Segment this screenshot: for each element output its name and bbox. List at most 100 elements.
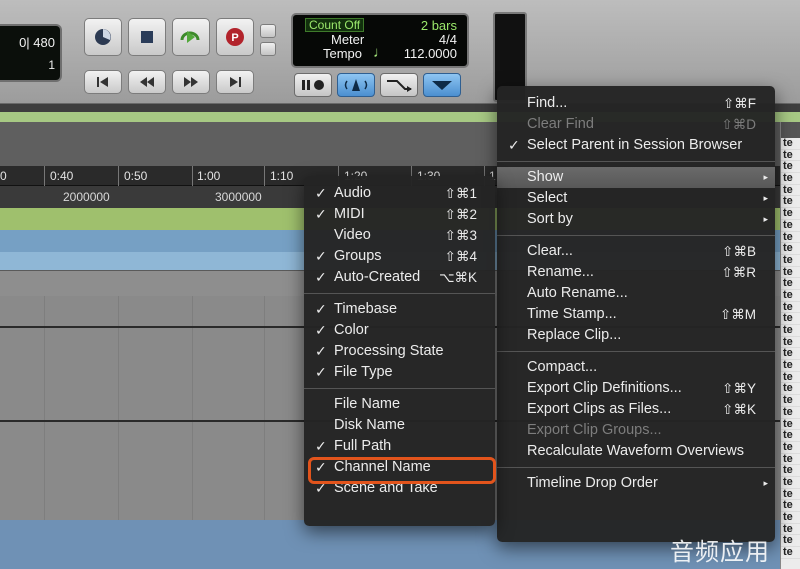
menu-item-export-clips-as-files[interactable]: Export Clips as Files... ⇧⌘K — [497, 399, 775, 420]
pause-metronome-button[interactable] — [294, 73, 332, 97]
record-button[interactable]: P — [216, 18, 254, 56]
rewind-button[interactable] — [128, 70, 166, 94]
menu-item-compact[interactable]: Compact... — [497, 357, 775, 378]
show-item-full-path[interactable]: ✓ Full Path — [304, 436, 495, 457]
menu-item-label: Show — [527, 169, 564, 185]
clip-list-item[interactable]: te — [781, 511, 800, 524]
menu-separator — [497, 161, 775, 162]
checkmark-icon: ✓ — [315, 343, 327, 359]
submenu-arrow-icon: ▸ — [763, 172, 768, 182]
menu-item-select[interactable]: Select ▸ — [497, 188, 775, 209]
menu-item-shortcut: ⇧⌘R — [721, 265, 756, 280]
metronome-button[interactable] — [337, 73, 375, 97]
clip-list-item[interactable]: te — [781, 289, 800, 302]
submenu-arrow-icon: ▸ — [763, 214, 768, 224]
counter-display: 0| 480 1 — [0, 24, 62, 82]
menu-item-replace-clip[interactable]: Replace Clip... — [497, 325, 775, 346]
stop-button[interactable] — [128, 18, 166, 56]
menu-item-shortcut: ⇧⌘M — [719, 307, 756, 322]
clip-list-item[interactable]: te — [781, 359, 800, 372]
svg-text:P: P — [231, 32, 238, 44]
show-item-processing-state[interactable]: ✓ Processing State — [304, 341, 495, 362]
menu-separator — [304, 293, 495, 294]
menu-item-label: Audio — [334, 185, 372, 201]
clip-list-item[interactable]: te — [781, 546, 800, 559]
checkmark-icon: ✓ — [315, 322, 327, 338]
go-to-end-icon — [230, 77, 241, 87]
clip-list[interactable]: te te te te te te te te te te te te te te te te te te te te… — [780, 122, 800, 569]
menu-item-label: Auto Rename... — [527, 285, 628, 301]
rtz-icon — [97, 77, 108, 87]
count-off-bars: 2 bars — [420, 18, 457, 33]
menu-item-clear[interactable]: Clear... ⇧⌘B — [497, 241, 775, 262]
menu-item-label: MIDI — [334, 206, 365, 222]
tempo-label: Tempo — [323, 46, 363, 61]
menu-item-shortcut: ⇧⌘3 — [444, 228, 477, 243]
menu-item-select-parent-in-session-browser[interactable]: ✓ Select Parent in Session Browser — [497, 135, 775, 156]
menu-item-recalculate-waveform-overviews[interactable]: Recalculate Waveform Overviews — [497, 441, 775, 462]
show-item-groups[interactable]: ✓ Groups ⇧⌘4 — [304, 246, 495, 267]
menu-separator — [497, 351, 775, 352]
menu-item-label: Select Parent in Session Browser — [527, 137, 743, 153]
show-item-audio[interactable]: ✓ Audio ⇧⌘1 — [304, 183, 495, 204]
menu-item-label: Export Clip Groups... — [527, 422, 662, 438]
show-item-midi[interactable]: ✓ MIDI ⇧⌘2 — [304, 204, 495, 225]
menu-item-timeline-drop-order[interactable]: Timeline Drop Order ▸ — [497, 473, 775, 494]
clip-list-item[interactable]: te — [781, 172, 800, 185]
clip-list-item[interactable]: te — [781, 441, 800, 454]
go-to-end-button[interactable] — [216, 70, 254, 94]
counter-line-2: 1 — [48, 58, 55, 72]
transport-option-2[interactable] — [260, 42, 276, 56]
menu-item-sort-by[interactable]: Sort by ▸ — [497, 209, 775, 230]
count-off-indicator[interactable]: Count Off — [305, 18, 365, 32]
menu-item-label: Processing State — [334, 343, 444, 359]
record-icon: P — [226, 28, 244, 46]
clip-list-item[interactable]: te — [781, 137, 800, 150]
online-button[interactable] — [84, 18, 122, 56]
menu-item-label: Clear... — [527, 243, 573, 259]
clip-list-menu: Find... ⇧⌘F Clear Find ⇧⌘D ✓ Select Parent in… — [497, 86, 775, 542]
menu-item-shortcut: ⇧⌘4 — [444, 249, 477, 264]
menu-item-export-clip-definitions[interactable]: Export Clip Definitions... ⇧⌘Y — [497, 378, 775, 399]
menu-item-shortcut: ⇧⌘Y — [722, 381, 756, 396]
checkmark-icon: ✓ — [508, 137, 520, 153]
menu-item-auto-rename[interactable]: Auto Rename... — [497, 283, 775, 304]
menu-item-clear-find: Clear Find ⇧⌘D — [497, 114, 775, 135]
return-to-zero-button[interactable] — [84, 70, 122, 94]
menu-item-time-stamp[interactable]: Time Stamp... ⇧⌘M — [497, 304, 775, 325]
menu-item-label: Color — [334, 322, 369, 338]
play-button[interactable] — [172, 18, 210, 56]
show-item-auto-created[interactable]: ✓ Auto-Created ⌥⌘K — [304, 267, 495, 288]
ruler-tick-label: 0:50 — [124, 169, 148, 183]
menu-item-label: Select — [527, 190, 568, 206]
show-item-disk-name[interactable]: Disk Name — [304, 415, 495, 436]
clip-list-item[interactable]: te — [781, 324, 800, 337]
show-item-video[interactable]: Video ⇧⌘3 — [304, 225, 495, 246]
clip-list-item[interactable]: te — [781, 406, 800, 419]
menu-item-label: Full Path — [334, 438, 392, 454]
ruler-tick-label: 0:40 — [50, 169, 74, 183]
menu-item-rename[interactable]: Rename... ⇧⌘R — [497, 262, 775, 283]
show-item-file-type[interactable]: ✓ File Type — [304, 362, 495, 383]
transport-option-1[interactable] — [260, 24, 276, 38]
menu-item-label: Timebase — [334, 301, 398, 317]
tempo-value[interactable]: 112.0000 — [404, 46, 457, 61]
wait-for-note-button[interactable] — [380, 73, 418, 97]
clip-list-item[interactable]: te — [781, 254, 800, 267]
ruler-tick-label: 1:00 — [197, 169, 221, 183]
stop-icon — [141, 31, 153, 43]
clip-list-item[interactable]: te — [781, 476, 800, 489]
fast-forward-icon — [184, 77, 198, 87]
show-item-timebase[interactable]: ✓ Timebase — [304, 299, 495, 320]
clip-list-item[interactable]: te — [781, 219, 800, 232]
midi-merge-button[interactable] — [423, 73, 461, 97]
show-item-color[interactable]: ✓ Color — [304, 320, 495, 341]
checkmark-icon: ✓ — [315, 206, 327, 222]
menu-item-shortcut: ⇧⌘K — [722, 402, 756, 417]
fast-forward-button[interactable] — [172, 70, 210, 94]
meter-value[interactable]: 4/4 — [439, 32, 457, 47]
menu-item-show[interactable]: Show ▸ — [497, 167, 775, 188]
show-item-file-name[interactable]: File Name — [304, 394, 495, 415]
menu-item-find[interactable]: Find... ⇧⌘F — [497, 93, 775, 114]
menu-item-label: Groups — [334, 248, 382, 264]
